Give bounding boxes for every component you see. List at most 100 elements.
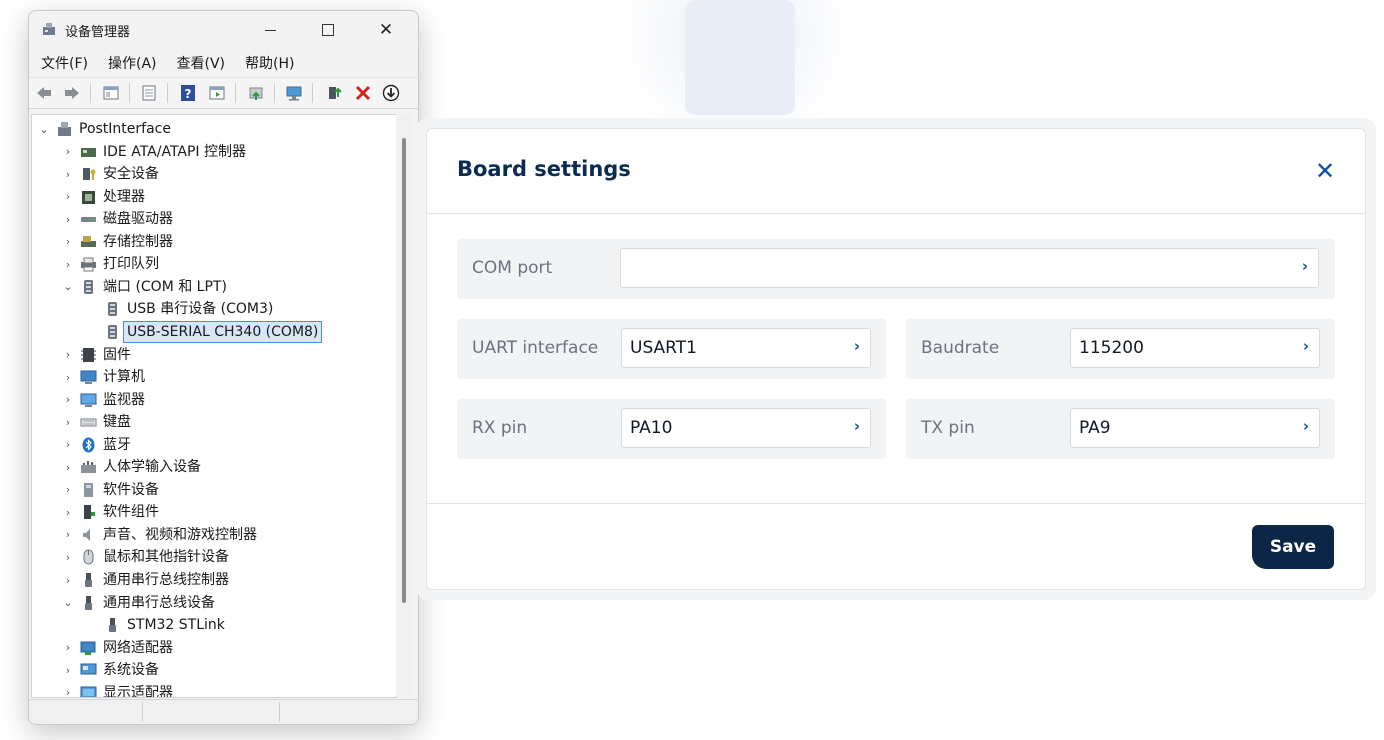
tree-item[interactable]: › 计算机: [62, 366, 145, 388]
chevron-right-icon[interactable]: ›: [62, 348, 74, 361]
menu-action[interactable]: 操作(A): [96, 51, 157, 75]
tree-item[interactable]: ⌄ 端口 (COM 和 LPT): [62, 276, 227, 298]
tree-item-label: 打印队列: [103, 256, 159, 273]
tree-item[interactable]: › 鼠标和其他指针设备: [62, 546, 229, 568]
chevron-right-icon[interactable]: ›: [62, 528, 74, 541]
chevron-right-icon[interactable]: ›: [62, 574, 74, 587]
tree-item[interactable]: USB-SERIAL CH340 (COM8): [86, 320, 323, 343]
tree-item-label: IDE ATA/ATAPI 控制器: [103, 143, 247, 160]
com-port-select[interactable]: ›: [620, 248, 1319, 288]
menu-bar: 文件(F) 操作(A) 查看(V) 帮助(H): [29, 51, 418, 75]
forward-arrow-icon[interactable]: [63, 84, 81, 102]
properties-window-icon[interactable]: [102, 84, 120, 102]
document-list-icon[interactable]: [140, 84, 158, 102]
chevron-right-icon[interactable]: ›: [62, 438, 74, 451]
chevron-right-icon[interactable]: ›: [62, 393, 74, 406]
tree-item[interactable]: › 通用串行总线控制器: [62, 569, 229, 591]
tree-item[interactable]: STM32 STLink: [86, 614, 225, 636]
chevron-right-icon[interactable]: ›: [62, 686, 74, 697]
back-arrow-icon[interactable]: [35, 84, 53, 102]
chevron-right-icon[interactable]: ›: [62, 213, 74, 226]
tree-item-label: STM32 STLink: [127, 617, 225, 634]
scrollbar-thumb[interactable]: [402, 138, 406, 603]
chevron-right-icon[interactable]: ›: [62, 641, 74, 654]
tree-item-label: 监视器: [103, 391, 145, 408]
tx-pin-row: TX pin PA9 ›: [906, 399, 1335, 459]
chevron-right-icon[interactable]: ›: [62, 235, 74, 248]
chevron-down-icon[interactable]: ⌄: [62, 596, 74, 609]
tx-pin-select[interactable]: PA9 ›: [1070, 408, 1320, 448]
usb-icon: [85, 573, 92, 587]
chevron-right-icon[interactable]: ›: [62, 483, 74, 496]
tree-item[interactable]: › 声音、视频和游戏控制器: [62, 524, 257, 546]
chevron-right-icon[interactable]: ›: [62, 145, 74, 158]
tree-item[interactable]: › 处理器: [62, 186, 145, 208]
dialog-close-button[interactable]: ✕: [1313, 159, 1337, 183]
chevron-down-icon[interactable]: ⌄: [38, 123, 50, 136]
chevron-right-icon[interactable]: ›: [62, 461, 74, 474]
tree-item-label: 人体学输入设备: [103, 459, 201, 476]
tree-item[interactable]: › 蓝牙: [62, 434, 131, 456]
chevron-right-icon[interactable]: ›: [62, 416, 74, 429]
toolbar: ?: [29, 77, 418, 109]
tree-item[interactable]: › IDE ATA/ATAPI 控制器: [62, 141, 246, 163]
port-icon: [108, 324, 117, 339]
tx-pin-value: PA9: [1079, 418, 1111, 438]
chevron-right-icon[interactable]: ›: [62, 506, 74, 519]
uart-interface-select[interactable]: USART1 ›: [621, 328, 871, 368]
uninstall-icon[interactable]: [354, 84, 372, 102]
save-button[interactable]: Save: [1252, 525, 1334, 569]
menu-help[interactable]: 帮助(H): [233, 51, 294, 75]
toolbar-divider: [167, 83, 168, 103]
window-close-button[interactable]: ✕: [363, 15, 409, 45]
tree-item[interactable]: USB 串行设备 (COM3): [86, 298, 273, 320]
toolbar-divider: [312, 83, 313, 103]
close-icon: ✕: [1314, 157, 1336, 185]
add-driver-icon[interactable]: [326, 84, 344, 102]
download-circle-icon[interactable]: [382, 84, 400, 102]
tree-item[interactable]: › 软件设备: [62, 479, 159, 501]
uart-interface-label: UART interface: [472, 338, 599, 358]
tree-item[interactable]: › 软件组件: [62, 501, 159, 523]
tree-item[interactable]: › 系统设备: [62, 659, 159, 681]
help-icon[interactable]: ?: [179, 84, 197, 102]
menu-view[interactable]: 查看(V): [165, 51, 226, 75]
tree-item-label: 声音、视频和游戏控制器: [103, 526, 257, 543]
tree-item[interactable]: › 网络适配器: [62, 637, 173, 659]
chevron-right-icon[interactable]: ›: [62, 551, 74, 564]
tree-item[interactable]: › 磁盘驱动器: [62, 208, 173, 230]
maximize-button[interactable]: [305, 15, 351, 45]
tree-item[interactable]: › 人体学输入设备: [62, 456, 201, 478]
tree-item[interactable]: › 监视器: [62, 389, 145, 411]
chevron-right-icon[interactable]: ›: [62, 168, 74, 181]
tree-item[interactable]: › 固件: [62, 344, 131, 366]
status-bar: [29, 699, 418, 724]
tree-item[interactable]: › 存储控制器: [62, 231, 173, 253]
tree-root[interactable]: ⌄ PostInterface: [38, 118, 171, 140]
tree-item[interactable]: › 显示适配器: [62, 682, 173, 697]
tree-scrollbar[interactable]: [396, 114, 412, 696]
minimize-button[interactable]: [247, 15, 293, 45]
chevron-right-icon[interactable]: ›: [62, 664, 74, 677]
baudrate-select[interactable]: 115200 ›: [1070, 328, 1320, 368]
tree-item[interactable]: ⌄ 通用串行总线设备: [62, 592, 215, 614]
rx-pin-select[interactable]: PA10 ›: [621, 408, 871, 448]
rx-pin-value: PA10: [630, 418, 673, 438]
chevron-right-icon[interactable]: ›: [62, 258, 74, 271]
hid-icon: [81, 461, 96, 474]
chevron-right-icon[interactable]: ›: [62, 190, 74, 203]
tree-item-label: 软件组件: [103, 504, 159, 521]
menu-file[interactable]: 文件(F): [29, 51, 88, 75]
title-bar[interactable]: 设备管理器 ✕: [29, 11, 418, 49]
tree-item[interactable]: › 安全设备: [62, 163, 159, 185]
update-driver-icon[interactable]: [247, 84, 265, 102]
toolbar-divider: [274, 83, 275, 103]
scan-hardware-icon[interactable]: [285, 84, 303, 102]
tree-item[interactable]: › 键盘: [62, 411, 131, 433]
chevron-down-icon[interactable]: ⌄: [62, 280, 74, 293]
tree-item-label: 系统设备: [103, 662, 159, 679]
chevron-right-icon[interactable]: ›: [62, 371, 74, 384]
run-window-icon[interactable]: [208, 84, 226, 102]
uart-interface-value: USART1: [630, 338, 697, 358]
tree-item[interactable]: › 打印队列: [62, 253, 159, 275]
